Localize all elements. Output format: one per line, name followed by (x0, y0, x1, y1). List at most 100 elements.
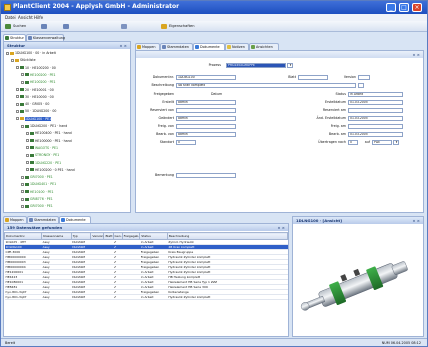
reserviert-von-field[interactable] (176, 108, 236, 113)
expand-toggle-icon[interactable] (26, 131, 29, 135)
expand-toggle-icon[interactable] (21, 80, 24, 84)
back-button[interactable] (41, 23, 47, 30)
tab-klassenverwaltung[interactable]: Klassenverwaltung (26, 34, 65, 41)
expand-toggle-icon[interactable] (16, 95, 19, 99)
tree-node[interactable]: 1DLNG401 · PE1 (21, 182, 56, 187)
menu-hilfe[interactable]: Hilfe (34, 15, 43, 20)
expand-toggle-icon[interactable] (26, 146, 29, 150)
search-toolbar-button[interactable]: Suchen (5, 23, 26, 30)
pane-close-icon[interactable]: × × (119, 42, 127, 49)
standort-field[interactable]: 0 (176, 140, 196, 145)
column-header[interactable]: Gen. (112, 232, 123, 240)
expand-toggle-icon[interactable] (21, 197, 24, 201)
menu-ansicht[interactable]: Ansicht (18, 15, 33, 20)
expand-toggle-icon[interactable] (16, 102, 19, 106)
forward-button[interactable] (63, 23, 69, 30)
expand-toggle-icon[interactable] (6, 51, 9, 55)
grid-view-button[interactable] (121, 23, 127, 30)
tree-node[interactable]: 50 · 1DLNG200 · 00 (16, 109, 56, 114)
tab-mappen[interactable]: Mappen (135, 43, 160, 50)
tree-node[interactable]: GRI7000 · PE1 (21, 204, 53, 209)
expand-toggle-icon[interactable] (26, 153, 29, 157)
tab-ansichten[interactable]: Ansichten (249, 43, 279, 50)
prozess-dropdown-button[interactable]: ▾ (287, 63, 293, 68)
version-field[interactable] (358, 75, 370, 80)
column-header[interactable]: Klassenname (41, 232, 72, 240)
bearb-von-field[interactable]: admin (176, 132, 236, 137)
tree-node[interactable]: HE10100 · PE1 (21, 190, 54, 195)
expand-toggle-icon[interactable] (21, 124, 24, 128)
expand-toggle-icon[interactable] (21, 175, 24, 179)
erstellt-field[interactable]: admin (176, 100, 236, 105)
expand-toggle-icon[interactable] (16, 117, 19, 121)
table-row[interactable]: hyo-801-3q07 Assy DLDASM ✔ in Arbeit Hydrauli… (4, 294, 288, 300)
pane-close-icon[interactable]: × × (277, 224, 285, 231)
close-button[interactable]: × (412, 3, 422, 12)
minimize-button[interactable]: _ (386, 3, 396, 12)
column-header[interactable]: Blatt (103, 232, 114, 240)
expand-toggle-icon[interactable] (16, 66, 19, 70)
tree-node[interactable]: 30 · HE10000 · 00 (16, 95, 54, 100)
format-dropdown-button[interactable]: ▾ (393, 140, 399, 145)
reserviert-am-field[interactable] (348, 108, 403, 113)
column-header[interactable]: Dokumentnr. (4, 232, 43, 240)
column-header[interactable]: Freigegeb. (121, 232, 141, 240)
tree-node[interactable]: HE100200 · PE1 (21, 80, 56, 85)
column-header[interactable]: Beschreibung (166, 232, 288, 240)
tab-bottom-mappen[interactable]: Mappen (3, 216, 27, 223)
tab-bottom-dokumente[interactable]: Dokumente (59, 216, 91, 223)
properties-toolbar-button[interactable]: Eigenschaften (161, 23, 194, 30)
menu-datei[interactable]: Datei (5, 15, 16, 20)
beschreibung-field[interactable]: 4B Kran komplett (176, 83, 356, 88)
tab-bottom-stammdaten[interactable]: Stammdaten (27, 216, 59, 223)
tree-node[interactable]: 1DLNG200 · PE1 · hand (21, 124, 67, 129)
tab-dokumente[interactable]: Dokumente (193, 43, 225, 50)
tree-node[interactable]: 40 · GRIO5 · 00 (16, 102, 49, 107)
expand-toggle-icon[interactable] (11, 58, 14, 62)
tree-node[interactable]: 1DLNG100 · PE1 (16, 116, 52, 122)
tab-stammdaten[interactable]: Stammdaten (160, 43, 193, 50)
expand-toggle-icon[interactable] (21, 204, 24, 208)
beschreibung-button[interactable] (358, 83, 364, 88)
tree-node[interactable]: WAGOTS · PE1 (26, 146, 58, 151)
tree-node[interactable]: HE100400 · PE1 · hand (26, 131, 72, 136)
expand-toggle-icon[interactable] (16, 109, 19, 113)
column-header[interactable]: Typ (70, 232, 92, 240)
maximize-button[interactable]: □ (399, 3, 409, 12)
pane-close-icon[interactable]: × × (412, 217, 420, 224)
expand-toggle-icon[interactable] (16, 88, 19, 91)
expand-toggle-icon[interactable] (21, 73, 24, 77)
expand-toggle-icon[interactable] (21, 182, 24, 186)
expand-toggle-icon[interactable] (26, 161, 29, 164)
bemerkung-field[interactable] (176, 173, 236, 178)
uebertrag-field[interactable]: 0 (348, 140, 358, 145)
expand-toggle-icon[interactable] (26, 168, 29, 172)
prozess-select[interactable]: PROZESSGRUPPE (226, 63, 286, 68)
tree-node[interactable]: HE100000 · PE1 · hand (26, 139, 72, 144)
geaendert-field[interactable]: admin (176, 116, 236, 121)
tree-node[interactable]: GRI7000 · PE1 (21, 175, 53, 180)
blatt-field[interactable] (298, 75, 328, 80)
expand-toggle-icon[interactable] (21, 190, 24, 194)
tree-node[interactable]: 10 · HE100200 · 00 (16, 66, 56, 71)
erstelldatum-field[interactable]: 01.03.2005 (348, 100, 403, 105)
cylinder-3d-model[interactable] (293, 225, 423, 337)
pane-close-icon[interactable]: × × (412, 51, 420, 58)
format-select[interactable]: PDE (372, 140, 392, 145)
column-header[interactable]: Status (139, 232, 168, 240)
tree-node[interactable]: 1DLNG100 · 00 · in Arbeit (6, 51, 56, 56)
tree-node[interactable]: STRONGY · PE1 (26, 153, 59, 158)
tab-notizen[interactable]: Notizen (225, 43, 249, 50)
column-header[interactable]: Version (90, 232, 105, 240)
status-field[interactable]: in Arbeit (348, 92, 403, 97)
tab-struktur[interactable]: Struktur (3, 34, 26, 41)
tree-node[interactable]: HE100200 · 0 PE1 · hand (26, 168, 75, 173)
freig-am-field[interactable] (348, 124, 403, 129)
aend-datum-field[interactable]: 01.03.2005 (348, 116, 403, 121)
expand-toggle-icon[interactable] (26, 139, 29, 143)
tree-node[interactable]: 20 · HE10001 · 00 (16, 88, 54, 93)
tree-node[interactable]: Stückliste (11, 58, 36, 63)
tree-node[interactable]: HE100200 · PE1 (21, 73, 56, 78)
freig-von-field[interactable] (176, 124, 236, 129)
dokumentnr-field[interactable]: 1DLNG100 (176, 75, 236, 80)
